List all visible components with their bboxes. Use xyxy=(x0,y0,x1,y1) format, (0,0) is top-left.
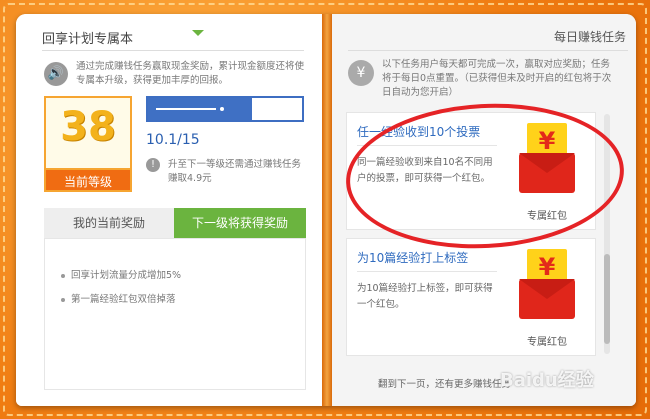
left-intro-text: 通过完成赚钱任务赢取现金奖励，累计现金额度还将使专属本升级，获得更加丰厚的回报。 xyxy=(76,61,305,86)
scrollbar[interactable] xyxy=(604,114,610,354)
level-label: 当前等级 xyxy=(44,168,132,192)
task-title[interactable]: 为10篇经验打上标签 xyxy=(357,249,497,266)
scroll-thumb[interactable] xyxy=(604,254,610,344)
tab-active-arrow xyxy=(192,30,204,36)
watermark-logo: Baidu经验 xyxy=(500,370,594,391)
info-icon: ! xyxy=(146,158,160,172)
level-progress-bar xyxy=(146,96,304,122)
task-list: 任一经验收到10个投票 同一篇经验收到来自10名不同用户的投票，即可获得一个红包… xyxy=(346,112,602,358)
list-item: 回享计划流量分成增加5% xyxy=(61,267,181,281)
left-page-title: 回享计划专属本 xyxy=(42,32,134,47)
right-page-title: 每日赚钱任务 xyxy=(553,30,626,44)
reward-label: 专属红包 xyxy=(527,211,567,222)
divider xyxy=(348,50,628,51)
divider xyxy=(42,50,304,51)
divider xyxy=(357,271,497,272)
progress-text: 10.1/15 xyxy=(146,132,200,148)
red-envelope-icon: ¥ xyxy=(519,249,575,325)
progress-highlight xyxy=(156,108,216,110)
right-intro-text: 以下任务用户每天都可完成一次，赢取对应奖励；任务将于每日0点重置。（已获得但未及… xyxy=(382,59,612,98)
task-description: 同一篇经验收到来自10名不同用户的投票，即可获得一个红包。 xyxy=(357,157,493,184)
divider xyxy=(357,145,497,146)
task-card[interactable]: 任一经验收到10个投票 同一篇经验收到来自10名不同用户的投票，即可获得一个红包… xyxy=(346,112,596,230)
book-spine xyxy=(322,14,332,406)
red-envelope-icon: ¥ xyxy=(519,123,575,199)
reward-tabs: 我的当前奖励 下一级将获得奖励 xyxy=(44,208,306,238)
task-title[interactable]: 任一经验收到10个投票 xyxy=(357,123,497,140)
reward-panel: 回享计划流量分成增加5% 第一篇经验红包双倍掉落 xyxy=(44,238,306,390)
speaker-icon: 🔊 xyxy=(44,62,68,86)
reward-label: 专属红包 xyxy=(527,337,567,348)
level-number: 38 xyxy=(60,104,116,150)
next-page-tip[interactable]: 翻到下一页，还有更多赚钱任务 xyxy=(378,376,511,390)
tab-next-reward[interactable]: 下一级将获得奖励 xyxy=(174,208,306,238)
yen-icon: ¥ xyxy=(348,60,374,86)
level-badge: 38 当前等级 xyxy=(44,96,132,192)
list-item: 第一篇经验红包双倍掉落 xyxy=(61,291,176,305)
progress-dot xyxy=(220,107,224,111)
task-description: 为10篇经验打上标签，即可获得一个红包。 xyxy=(357,283,493,310)
upgrade-tip: 升至下一等级还需通过赚钱任务赚取4.9元 xyxy=(168,159,302,184)
task-card[interactable]: 为10篇经验打上标签 为10篇经验打上标签，即可获得一个红包。 ¥ 专属红包 xyxy=(346,238,596,356)
tab-current-reward[interactable]: 我的当前奖励 xyxy=(44,208,174,238)
